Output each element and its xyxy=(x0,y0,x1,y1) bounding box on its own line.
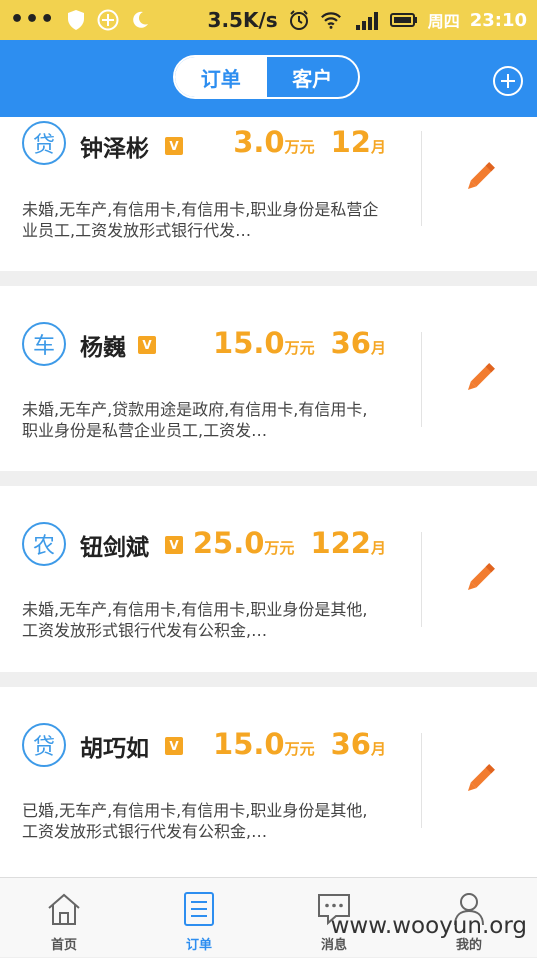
tab-customers[interactable]: 客户 xyxy=(267,57,359,97)
customer-name: 钟泽彬 xyxy=(80,136,149,162)
loan-info: 15.0万元 36月 xyxy=(213,326,386,360)
tab-orders[interactable]: 订单 xyxy=(175,57,267,97)
edit-button[interactable] xyxy=(460,358,500,398)
amount-unit: 万元 xyxy=(284,339,315,357)
vip-icon: V xyxy=(138,336,156,354)
loan-type-badge: 车 xyxy=(22,322,66,366)
card-divider xyxy=(421,733,422,828)
signal-icon xyxy=(352,9,380,31)
loan-term: 36 xyxy=(330,727,371,761)
amount-unit: 万元 xyxy=(264,539,295,557)
moon-icon xyxy=(129,9,151,31)
pencil-icon xyxy=(467,764,495,792)
vip-icon: V xyxy=(165,536,183,554)
loan-info: 15.0万元 36月 xyxy=(213,727,386,761)
pencil-icon xyxy=(467,162,495,190)
customer-card[interactable]: 贷 钟泽彬 V 3.0万元 12月 未婚,无车产,有信用卡,有信用卡,职业身份是… xyxy=(0,117,537,271)
network-speed: 3.5K/s xyxy=(207,8,278,32)
loan-amount: 25.0 xyxy=(192,526,265,560)
loan-type-badge: 农 xyxy=(22,522,66,566)
shield-icon xyxy=(65,9,87,31)
plus-circle-icon xyxy=(97,9,119,31)
edit-button[interactable] xyxy=(460,157,500,197)
customer-description: 未婚,无车产,贷款用途是政府,有信用卡,有信用卡,职业身份是私营企业员工,工资发… xyxy=(22,400,368,440)
loan-amount: 15.0 xyxy=(213,727,285,761)
customer-card[interactable]: 车 杨巍 V 15.0万元 36月 未婚,无车产,贷款用途是政府,有信用卡,有信… xyxy=(0,286,537,471)
loan-info: 3.0万元 12月 xyxy=(233,125,386,159)
customer-card[interactable]: 农 钮剑斌 V 25.0万元 122月 未婚,无车产,有信用卡,有信用卡,职业身… xyxy=(0,486,537,672)
watermark: www.wooyun.org xyxy=(330,913,527,939)
amount-unit: 万元 xyxy=(284,138,315,156)
clock-time: 23:10 xyxy=(469,9,527,31)
vip-icon: V xyxy=(165,137,183,155)
tab-label: 首页 xyxy=(50,938,77,953)
term-unit: 月 xyxy=(370,539,386,557)
status-bar: ••• 3.5K/s 周四 23:10 xyxy=(0,0,537,40)
home-icon xyxy=(48,893,80,925)
term-unit: 月 xyxy=(370,138,386,156)
term-unit: 月 xyxy=(370,740,386,758)
customer-card[interactable]: 贷 胡巧如 V 15.0万元 36月 已婚,无车产,有信用卡,有信用卡,职业身份… xyxy=(0,687,537,877)
customer-name: 杨巍 xyxy=(80,335,126,361)
tab-label: 订单 xyxy=(185,938,212,953)
customer-description: 未婚,无车产,有信用卡,有信用卡,职业身份是其他,工资发放形式银行代发有公积金,… xyxy=(22,600,368,640)
vip-icon: V xyxy=(165,737,183,755)
customer-name: 钮剑斌 xyxy=(80,535,149,561)
pencil-icon xyxy=(467,563,495,591)
wifi-icon xyxy=(320,9,342,31)
loan-term: 12 xyxy=(330,125,371,159)
pencil-icon xyxy=(467,363,495,391)
tab-home[interactable]: 首页 xyxy=(9,878,119,958)
loan-amount: 3.0 xyxy=(233,125,285,159)
term-unit: 月 xyxy=(370,339,386,357)
edit-button[interactable] xyxy=(460,558,500,598)
tab-orders-nav[interactable]: 订单 xyxy=(144,878,254,958)
loan-type-badge: 贷 xyxy=(22,121,66,165)
customer-description: 已婚,无车产,有信用卡,有信用卡,职业身份是其他,工资发放形式银行代发有公积金,… xyxy=(22,801,368,841)
card-divider xyxy=(421,131,422,226)
plus-icon xyxy=(501,74,515,88)
loan-amount: 15.0 xyxy=(213,326,285,360)
edit-button[interactable] xyxy=(460,759,500,799)
card-divider xyxy=(421,532,422,627)
loan-term: 122 xyxy=(310,526,371,560)
battery-icon xyxy=(389,9,418,31)
customer-description: 未婚,无车产,有信用卡,有信用卡,职业身份是私营企业员工,工资发放形式银行代发… xyxy=(22,200,379,240)
loan-info: 25.0万元 122月 xyxy=(193,526,386,560)
segmented-control: 订单 客户 xyxy=(173,55,360,99)
loan-type-badge: 贷 xyxy=(22,723,66,767)
customer-name: 胡巧如 xyxy=(80,736,149,762)
loan-term: 36 xyxy=(330,326,371,360)
amount-unit: 万元 xyxy=(284,740,315,758)
add-button[interactable] xyxy=(493,66,523,96)
more-dots-icon: ••• xyxy=(10,7,56,32)
weekday-label: 周四 xyxy=(427,12,460,31)
card-divider xyxy=(421,332,422,427)
alarm-icon xyxy=(288,9,310,31)
order-icon xyxy=(184,892,214,926)
header-bar: 订单 客户 xyxy=(0,40,537,117)
